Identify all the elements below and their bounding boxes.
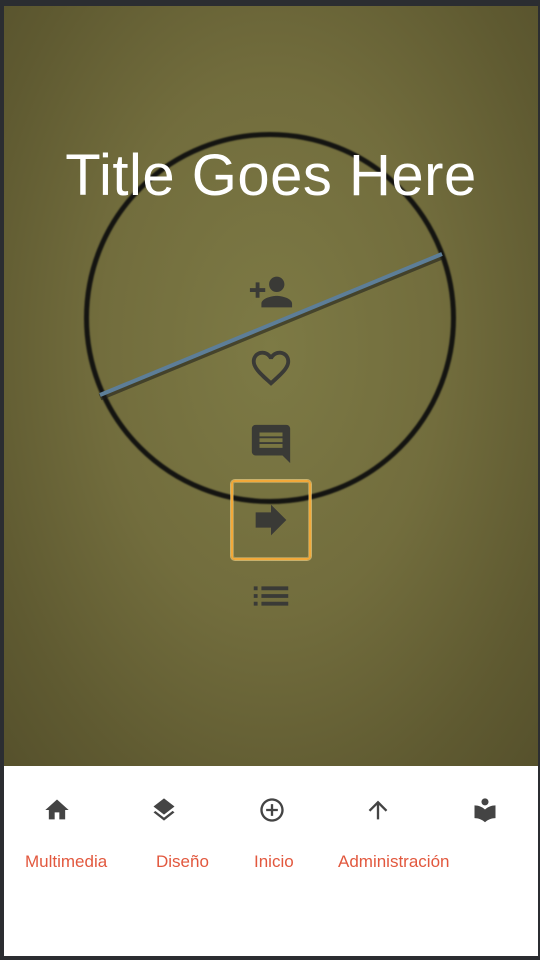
- nav-add-button[interactable]: [252, 790, 292, 830]
- nav-reader-button[interactable]: [465, 790, 505, 830]
- nav-home-button[interactable]: [37, 790, 77, 830]
- app-frame: Title Goes Here Multimedia Diseño Inicio…: [4, 6, 538, 956]
- add-person-button[interactable]: [231, 252, 311, 332]
- add-circle-icon: [260, 798, 284, 822]
- arrow-up-icon: [368, 800, 388, 820]
- hero-image: Title Goes Here: [4, 6, 538, 766]
- nav-label-administracion[interactable]: Administración: [338, 852, 450, 872]
- nav-label-multimedia[interactable]: Multimedia: [25, 852, 107, 872]
- heart-icon: [251, 350, 291, 386]
- share-button[interactable]: [231, 480, 311, 560]
- nav-label-diseno[interactable]: Diseño: [156, 852, 209, 872]
- add-person-icon: [249, 276, 293, 308]
- forward-arrow-icon: [255, 504, 287, 536]
- bottom-navigation: Multimedia Diseño Inicio Administración: [4, 766, 538, 956]
- list-button[interactable]: [231, 556, 311, 636]
- layers-icon: [153, 798, 175, 821]
- nav-label-inicio[interactable]: Inicio: [254, 852, 294, 872]
- nav-layers-button[interactable]: [144, 790, 184, 830]
- favorite-button[interactable]: [231, 328, 311, 408]
- comment-icon: [251, 424, 291, 464]
- reader-icon: [474, 798, 496, 823]
- nav-upload-button[interactable]: [358, 790, 398, 830]
- hero-title: Title Goes Here: [65, 143, 477, 208]
- list-icon: [253, 586, 289, 606]
- comment-button[interactable]: [231, 404, 311, 484]
- home-icon: [45, 799, 69, 820]
